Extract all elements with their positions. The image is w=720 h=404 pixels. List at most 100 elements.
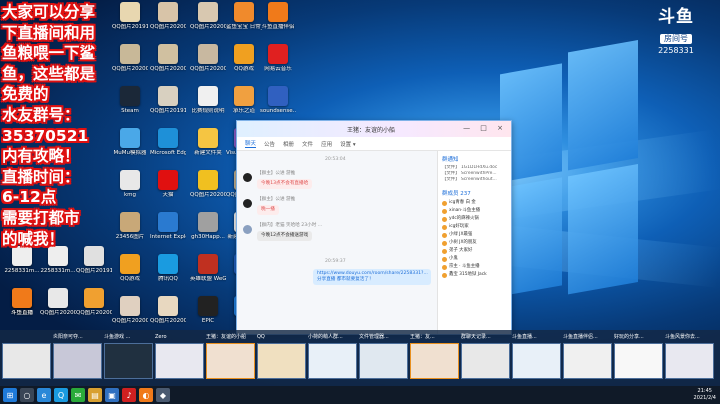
desktop-icon-label: QQ图片2019101... [76, 268, 112, 274]
window-thumbnail[interactable]: 群聊天记录... [461, 333, 510, 381]
douyu-icon[interactable]: ◐ [139, 388, 153, 402]
desktop-icon-label: 天猫 [162, 192, 174, 198]
desktop-icon[interactable]: 新建文件夹 [190, 128, 226, 174]
member-item[interactable]: 宗主 · 斗鱼主播 [442, 263, 507, 271]
thumbnail-title: 王猪：友谊的小船 [206, 334, 247, 340]
member-item[interactable]: 弟子 大家好 [442, 247, 507, 255]
overlay-line: 直播时间： [2, 167, 80, 186]
store-icon[interactable]: ▣ [105, 388, 119, 402]
desktop-icon[interactable]: 2258331m... [4, 246, 40, 292]
desktop-icon[interactable]: QQ图片2019101... [150, 86, 186, 132]
edge-icon[interactable]: e [37, 388, 51, 402]
member-item[interactable]: 小树 JX的朋友 [442, 239, 507, 247]
message-bubble[interactable]: 晚一播 [257, 205, 279, 215]
message-bubble[interactable]: 今晚13点不会有直播哈 [257, 179, 313, 189]
chat-message-area[interactable]: 20:53:04 【群主】公进 游推 今晚13点不会有直播哈 【群主】公进 游推 晚一播… [237, 151, 437, 334]
desktop-icon[interactable]: QQ游戏 [112, 254, 148, 300]
avatar[interactable] [243, 173, 252, 182]
wechat-icon[interactable]: ✉ [71, 388, 85, 402]
message-bubble[interactable]: 今晚12点不会播送游戏 [257, 231, 313, 241]
thumbnail-title: 群聊天记录... [461, 334, 491, 340]
window-thumbnail[interactable]: 文件管理器... [359, 333, 408, 381]
window-thumbnail[interactable]: 斗鱼风景你去... [665, 333, 714, 381]
desktop-icon[interactable]: 斗鱼直播伴侣 [260, 2, 296, 48]
app-icon[interactable]: ◆ [156, 388, 170, 402]
windows-start-icon[interactable]: ⊞ [3, 388, 17, 402]
thumbnail-preview [614, 343, 663, 379]
tab-3[interactable]: 文件 [302, 140, 313, 148]
desktop-icon[interactable]: 天猫 [150, 170, 186, 216]
window-thumbnail[interactable]: 好玩的分享... [614, 333, 663, 381]
tab-1[interactable]: 公告 [264, 140, 275, 148]
desktop-icon[interactable]: 2258331m... [40, 246, 76, 292]
desktop-icon[interactable]: gh30Happ... [190, 212, 226, 258]
avatar[interactable] [243, 225, 252, 234]
member-item[interactable]: 小鬼 [442, 255, 507, 263]
desktop-icon[interactable]: 比赛规则说明 [190, 86, 226, 132]
windows-logo-wallpaper [500, 40, 640, 315]
desktop-icon[interactable]: QQ图片2019101... [76, 246, 112, 292]
desktop-icon[interactable]: QQ游戏 [226, 44, 262, 90]
desktop-icon[interactable]: 英雄联盟 WeGame版 [190, 254, 226, 300]
qq-window-title: 王猪：友谊的小船 [347, 127, 396, 134]
tab-2[interactable]: 相册 [283, 140, 294, 148]
desktop-icon[interactable]: QQ图片2020012... [150, 2, 186, 48]
window-thumbnail[interactable]: 王猪：友谊的小船 [206, 333, 255, 381]
window-thumbnail[interactable]: 斗鱼游戏 ... [104, 333, 153, 381]
tab-5[interactable]: 设置 ▾ [340, 140, 356, 148]
window-thumbnail[interactable]: Zero [155, 333, 204, 381]
search-icon[interactable]: ○ [20, 388, 34, 402]
desktop-icon[interactable]: 腾讯QQ [150, 254, 186, 300]
window-thumbnail[interactable] [2, 333, 51, 381]
desktop-icon[interactable]: QQ图片2020048... [40, 288, 76, 334]
desktop-icon-label: QQ图片2020012... [150, 66, 186, 72]
member-item[interactable]: ydc的麻辣火锅 [442, 215, 507, 223]
member-item[interactable]: icg青春 白 金 [442, 199, 507, 207]
thumbnail-preview [308, 343, 357, 379]
desktop-icon[interactable]: Microsoft Edge [150, 128, 186, 174]
member-item[interactable]: xinan·斗鱼主播 [442, 207, 507, 215]
desktop-icon[interactable]: QQ图片2020045... [190, 170, 226, 216]
tab-0[interactable]: 聊天 [245, 139, 257, 148]
icon-glyph [198, 44, 218, 64]
member-item[interactable]: 鑫宝 315地狱 Jack [442, 271, 507, 279]
window-thumbnail[interactable]: 炎阳奈可夺... [53, 333, 102, 381]
qq-icon[interactable]: Q [54, 388, 68, 402]
window-thumbnail[interactable]: 斗鱼直播伴侣... [563, 333, 612, 381]
thumbnail-title: 好玩的分享... [614, 334, 644, 340]
qq-group-chat-window[interactable]: 王猪：友谊的小船 — □ × 聊天 公告 相册 文件 应用 设置 ▾ 20:53:04 【群… [236, 120, 512, 335]
member-item[interactable]: icg好玩家 [442, 223, 507, 231]
notice-item[interactable]: 【文件】 Screenwithout... [442, 177, 507, 183]
desktop-icon-label: 网易云音乐 [264, 66, 292, 72]
desktop-icon[interactable]: Internet Explorer [150, 212, 186, 258]
member-avatar [442, 272, 447, 278]
icon-glyph [198, 170, 218, 190]
desktop-icon[interactable]: QQ图片2020052... [190, 44, 226, 90]
desktop-icon[interactable]: 鲨鱼宝宝 日常_0... [226, 2, 262, 48]
window-thumbnail[interactable]: 斗鱼直播... [512, 333, 561, 381]
window-thumbnail[interactable]: 小荷的萌人群... [308, 333, 357, 381]
thumbnail-title: 斗鱼直播... [512, 334, 537, 340]
douyu-room-badge: 斗鱼 房间号 2258331 [646, 8, 706, 57]
member-item[interactable]: 小绿 JX最强 [442, 231, 507, 239]
desktop-icon[interactable]: QQ图片2020045... [76, 288, 112, 334]
window-thumbnail[interactable]: QQ [257, 333, 306, 381]
desktop-icon[interactable]: QQ图片2020052... [190, 2, 226, 48]
desktop-icon-label: QQ图片2020052... [190, 24, 226, 30]
icon-glyph [158, 254, 178, 274]
desktop-icon[interactable]: 网易云音乐 [260, 44, 296, 90]
folder-icon[interactable]: ▤ [88, 388, 102, 402]
desktop-icon[interactable]: 斗鱼直播 [4, 288, 40, 334]
netease-music-icon[interactable]: ♪ [122, 388, 136, 402]
avatar[interactable] [243, 199, 252, 208]
desktop-icon-label: QQ图片2019101... [150, 108, 186, 114]
icon-glyph [120, 254, 140, 274]
window-thumbnail[interactable]: 王猪：友... [410, 333, 459, 381]
thumbnail-title: 斗鱼直播伴侣... [563, 334, 598, 340]
tab-4[interactable]: 应用 [321, 140, 332, 148]
window-controls[interactable]: — □ × [463, 124, 507, 132]
message-bubble[interactable]: https://www.douyu.com/room/share/2258331… [313, 269, 431, 285]
qq-title-bar[interactable]: 王猪：友谊的小船 — □ × [237, 121, 511, 137]
system-clock[interactable]: 21:45 2021/2/4 [694, 388, 716, 402]
desktop-icon[interactable]: QQ图片2020012... [150, 44, 186, 90]
